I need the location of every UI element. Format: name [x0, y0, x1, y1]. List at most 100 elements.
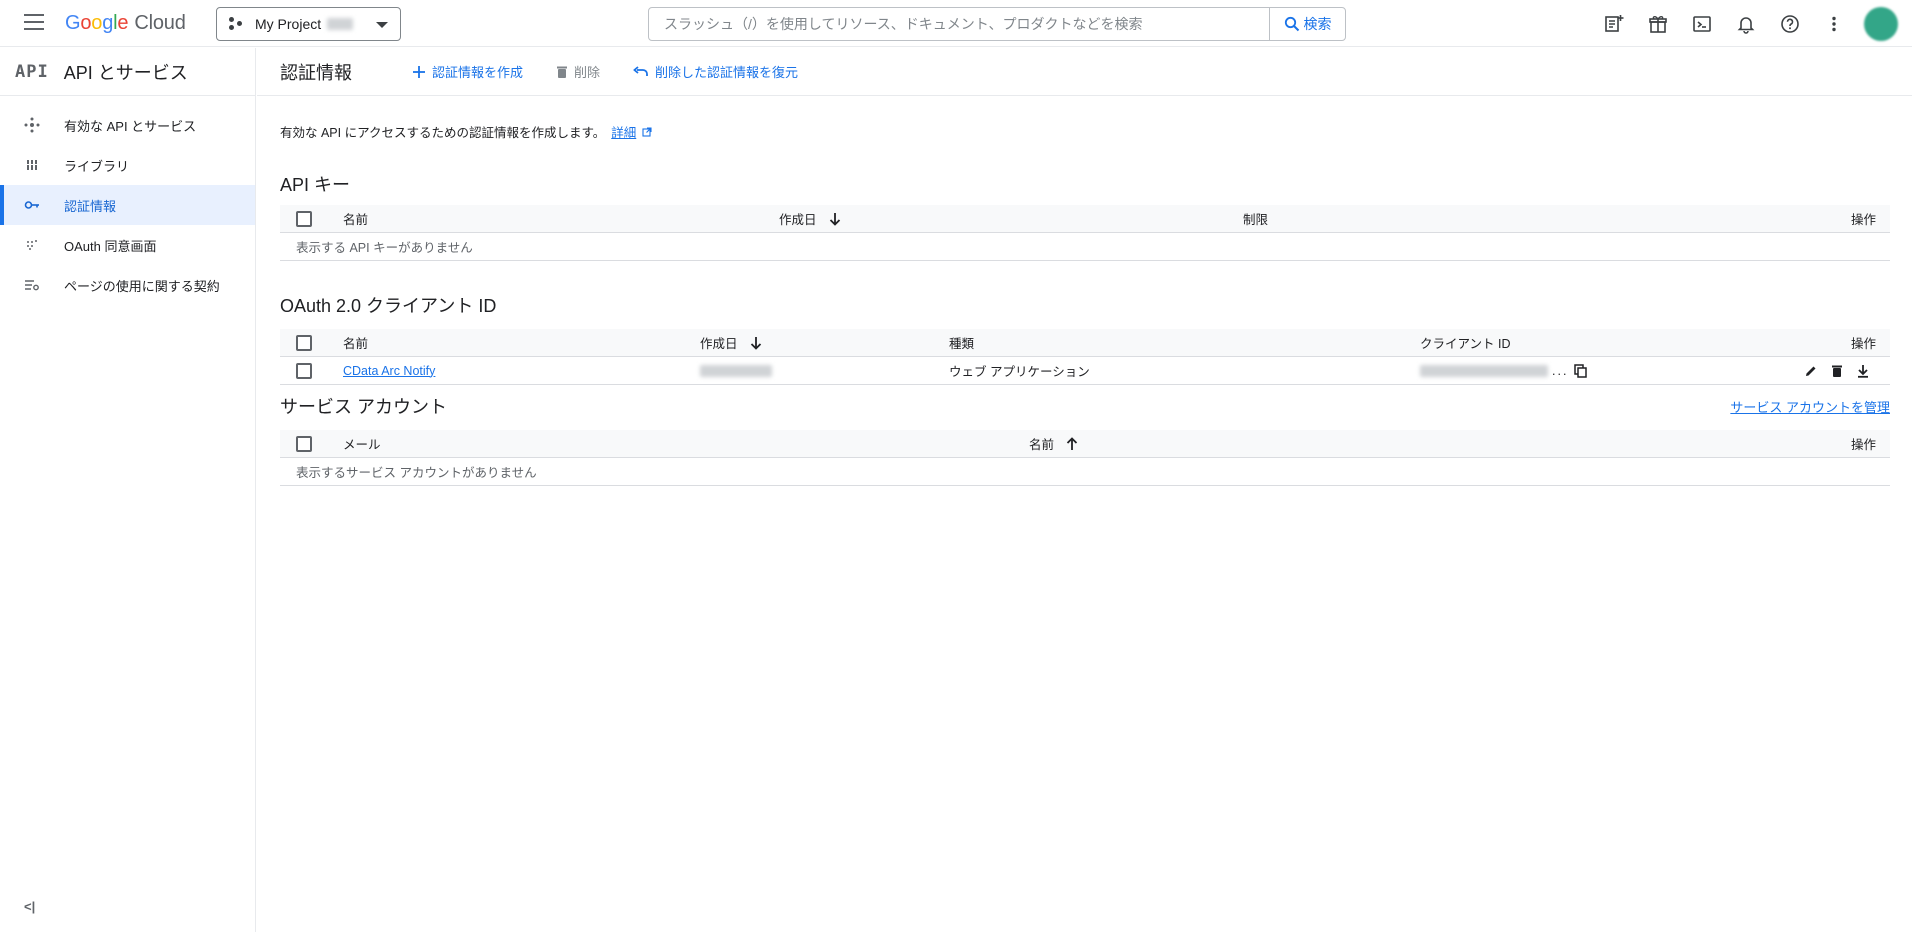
column-header-actions: 操作 — [1850, 438, 1876, 452]
select-all-checkbox[interactable] — [296, 334, 312, 351]
undo-icon — [633, 65, 648, 76]
select-all-checkbox[interactable] — [296, 210, 312, 227]
terminal-icon[interactable] — [1680, 2, 1724, 46]
column-header-label: 名前 — [1029, 438, 1055, 452]
client-id-cell: ... — [1420, 357, 1588, 384]
sidebar-item-credentials[interactable]: 認証情報 — [0, 185, 255, 225]
bell-icon[interactable] — [1724, 2, 1768, 46]
restore-credentials-button[interactable]: 削除した認証情報を復元 — [633, 62, 798, 81]
avatar[interactable] — [1864, 6, 1898, 41]
logo-cloud-text: Cloud — [134, 12, 186, 34]
sidebar: API API とサービス 有効な API とサービス ライブラリ 認証情報 O… — [0, 48, 256, 932]
arrow-up-icon — [1066, 436, 1078, 450]
trash-icon — [557, 66, 568, 78]
column-header-type[interactable]: 種類 — [949, 329, 974, 356]
plus-icon — [413, 65, 425, 78]
table-header: 名前 作成日 種類 クライアント ID 操作 — [280, 329, 1890, 357]
restore-label: 削除した認証情報を復元 — [655, 65, 799, 80]
row-checkbox[interactable] — [296, 362, 312, 379]
main-menu-icon[interactable] — [24, 14, 44, 32]
column-header-created[interactable]: 作成日 — [700, 329, 762, 356]
row-actions — [1798, 357, 1876, 384]
sidebar-item-library[interactable]: ライブラリ — [0, 145, 255, 185]
column-header-actions: 操作 — [1850, 213, 1876, 227]
more-vert-icon[interactable] — [1812, 2, 1856, 46]
project-label: My Project — [255, 16, 322, 32]
client-id-redacted — [1420, 364, 1548, 377]
column-header-restrictions: 制限 — [1243, 213, 1269, 227]
service-accounts-table: メール 名前 操作 表示するサービス アカウントがありません — [280, 430, 1890, 486]
sidebar-item-enabled-apis[interactable]: 有効な API とサービス — [0, 105, 255, 145]
table-header: メール 名前 操作 — [280, 430, 1890, 458]
column-header-name[interactable]: 名前 — [343, 329, 368, 356]
column-header-actions: 操作 — [1850, 337, 1876, 351]
delete-label: 削除 — [574, 65, 601, 80]
delete-icon[interactable] — [1824, 360, 1850, 382]
sidebar-item-label: OAuth 同意画面 — [64, 238, 157, 254]
google-cloud-logo[interactable]: Google Cloud — [65, 12, 186, 35]
search-input[interactable] — [649, 8, 1269, 40]
column-header-name[interactable]: 名前 — [1029, 430, 1078, 457]
arrow-down-icon — [829, 212, 840, 226]
dots-grid-icon — [24, 237, 40, 253]
download-icon[interactable] — [1850, 360, 1876, 382]
page-title: 認証情報 — [280, 62, 352, 83]
column-header-label: 作成日 — [700, 337, 738, 351]
details-link[interactable]: 詳細 — [611, 126, 636, 140]
page-description: 有効な API にアクセスするための認証情報を作成します。 詳細 — [280, 122, 652, 141]
search-box: 検索 — [648, 7, 1346, 41]
create-credentials-label: 認証情報を作成 — [432, 65, 524, 80]
sidebar-item-label: 認証情報 — [64, 198, 117, 214]
toolbar: 認証情報 認証情報を作成 削除 削除した認証情報を復元 — [257, 48, 1912, 96]
top-icons — [1592, 0, 1912, 47]
gift-icon[interactable] — [1636, 2, 1680, 46]
empty-row: 表示する API キーがありません — [280, 233, 1890, 261]
sidebar-item-label: ライブラリ — [64, 158, 130, 174]
create-credentials-button[interactable]: 認証情報を作成 — [412, 62, 523, 81]
search-icon — [1284, 16, 1299, 32]
project-icon — [229, 17, 245, 31]
column-header-name[interactable]: 名前 — [343, 205, 368, 232]
sidebar-item-label: 有効な API とサービス — [64, 118, 197, 134]
arrow-down-icon — [750, 336, 761, 350]
manage-service-accounts-link[interactable]: サービス アカウントを管理 — [1730, 397, 1890, 416]
api-logo-icon: API — [15, 61, 49, 82]
oauth-table: 名前 作成日 種類 クライアント ID 操作 CData Arc Notify … — [280, 329, 1890, 385]
main-content: 認証情報 認証情報を作成 削除 削除した認証情報を復元 有効な API にアクセ… — [257, 48, 1912, 932]
select-all-checkbox[interactable] — [296, 435, 312, 452]
table-header: 名前 作成日 制限 操作 — [280, 205, 1890, 233]
delete-button[interactable]: 削除 — [556, 62, 600, 81]
column-header-created[interactable]: 作成日 — [779, 205, 841, 232]
column-header-email[interactable]: メール — [343, 430, 381, 457]
api-keys-title: API キー — [280, 175, 351, 195]
notes-icon[interactable] — [1592, 2, 1636, 46]
table-row: CData Arc Notify ウェブ アプリケーション ... — [280, 357, 1890, 385]
edit-icon[interactable] — [1798, 360, 1824, 382]
description-text: 有効な API にアクセスするための認証情報を作成します。 — [280, 126, 606, 140]
caret-down-icon — [376, 22, 388, 28]
sidebar-item-page-usage-agreements[interactable]: ページの使用に関する契約 — [0, 265, 255, 305]
project-picker[interactable]: My Project — [216, 7, 401, 41]
search-button[interactable]: 検索 — [1269, 8, 1345, 40]
api-keys-table: 名前 作成日 制限 操作 表示する API キーがありません — [280, 205, 1890, 261]
copy-icon[interactable] — [1574, 363, 1588, 378]
sidebar-header: API API とサービス — [0, 48, 255, 96]
service-accounts-title: サービス アカウント — [280, 397, 448, 417]
settings-list-icon — [24, 277, 40, 293]
help-icon[interactable] — [1768, 2, 1812, 46]
oauth-title: OAuth 2.0 クライアント ID — [280, 296, 497, 316]
client-name-link[interactable]: CData Arc Notify — [343, 364, 435, 378]
collapse-sidebar-button[interactable]: <| — [24, 899, 35, 914]
column-header-label: 作成日 — [779, 213, 817, 227]
sidebar-nav: 有効な API とサービス ライブラリ 認証情報 OAuth 同意画面 ページの… — [0, 96, 255, 305]
project-id-redacted — [327, 18, 354, 30]
top-bar: GoogleCloud My Project 検索 — [0, 0, 1912, 47]
column-header-client-id: クライアント ID — [1420, 337, 1511, 351]
external-link-icon — [642, 127, 652, 137]
sidebar-title: API とサービス — [63, 62, 188, 83]
sidebar-item-oauth-consent[interactable]: OAuth 同意画面 — [0, 225, 255, 265]
created-date-redacted — [700, 364, 772, 377]
client-type: ウェブ アプリケーション — [949, 365, 1090, 379]
library-icon — [24, 157, 40, 173]
key-icon — [24, 197, 40, 213]
